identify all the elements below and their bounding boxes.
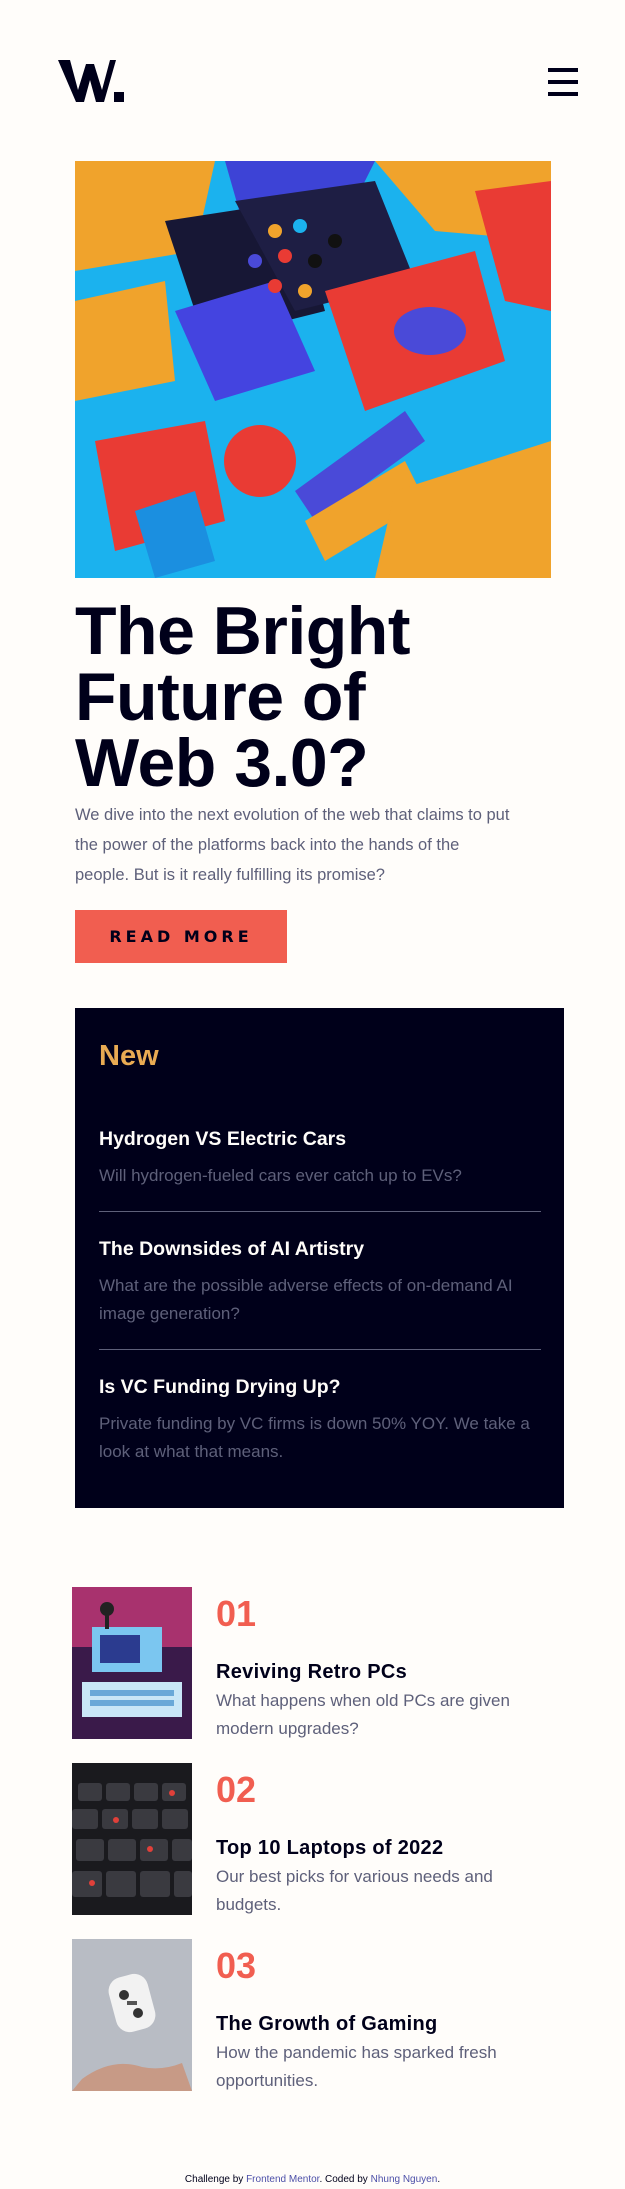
author-link[interactable]: Nhung Nguyen [371, 2174, 438, 2185]
list-item: 03 The Growth of Gaming How the pandemic… [72, 1939, 572, 2091]
new-item-description: What are the possible adverse effects of… [99, 1276, 513, 1323]
new-item-title[interactable]: Hydrogen VS Electric Cars [99, 1126, 539, 1152]
article-number: 03 [216, 1945, 257, 1986]
logo-icon[interactable] [58, 58, 124, 104]
article-description: What happens when old PCs are given mode… [216, 1691, 510, 1738]
new-item[interactable]: Is VC Funding Drying Up? Private funding… [99, 1374, 539, 1466]
read-more-button[interactable]: READ MORE [75, 910, 287, 963]
hero-image [75, 161, 551, 578]
article-description: How the pandemic has sparked fresh oppor… [216, 2043, 497, 2090]
new-articles-panel: New Hydrogen VS Electric Cars Will hydro… [75, 1008, 564, 1508]
article-title[interactable]: Reviving Retro PCs [216, 1661, 407, 1684]
hamburger-bar [548, 68, 578, 72]
site-header [0, 0, 625, 170]
new-item[interactable]: Hydrogen VS Electric Cars Will hydrogen-… [99, 1126, 539, 1190]
hamburger-bar [548, 80, 578, 84]
divider [99, 1211, 541, 1212]
article-title[interactable]: The Growth of Gaming [216, 2013, 438, 2036]
new-section-heading: New [99, 1040, 159, 1072]
abstract-blocks-illustration [75, 161, 551, 578]
footer-suffix: . [437, 2174, 441, 2185]
frontend-mentor-link[interactable]: Frontend Mentor [246, 2174, 319, 2185]
new-item-description: Private funding by VC firms is down 50% … [99, 1414, 530, 1461]
list-item: 02 Top 10 Laptops of 2022 Our best picks… [72, 1763, 572, 1915]
article-description: Our best picks for various needs and bud… [216, 1867, 493, 1914]
footer-middle: . Coded by [319, 2174, 371, 2185]
hamburger-bar [548, 92, 578, 96]
article-number: 02 [216, 1769, 257, 1810]
article-number: 01 [216, 1593, 257, 1634]
new-item[interactable]: The Downsides of AI Artistry What are th… [99, 1236, 539, 1328]
attribution-footer: Challenge by Frontend Mentor. Coded by N… [0, 2174, 625, 2185]
new-item-title[interactable]: Is VC Funding Drying Up? [99, 1374, 539, 1400]
hero-description: We dive into the next evolution of the w… [75, 806, 510, 884]
retro-pcs-thumbnail [72, 1587, 192, 1739]
gaming-thumbnail [72, 1939, 192, 2091]
new-item-title[interactable]: The Downsides of AI Artistry [99, 1236, 539, 1262]
new-item-description: Will hydrogen-fueled cars ever catch up … [99, 1166, 462, 1185]
hero-title: The Bright Future of Web 3.0? [75, 593, 410, 801]
laptops-thumbnail [72, 1763, 192, 1915]
footer-prefix: Challenge by [184, 2174, 247, 2185]
article-title[interactable]: Top 10 Laptops of 2022 [216, 1837, 443, 1860]
divider [99, 1349, 541, 1350]
list-item: 01 Reviving Retro PCs What happens when … [72, 1587, 572, 1739]
hamburger-menu-button[interactable] [548, 68, 578, 100]
